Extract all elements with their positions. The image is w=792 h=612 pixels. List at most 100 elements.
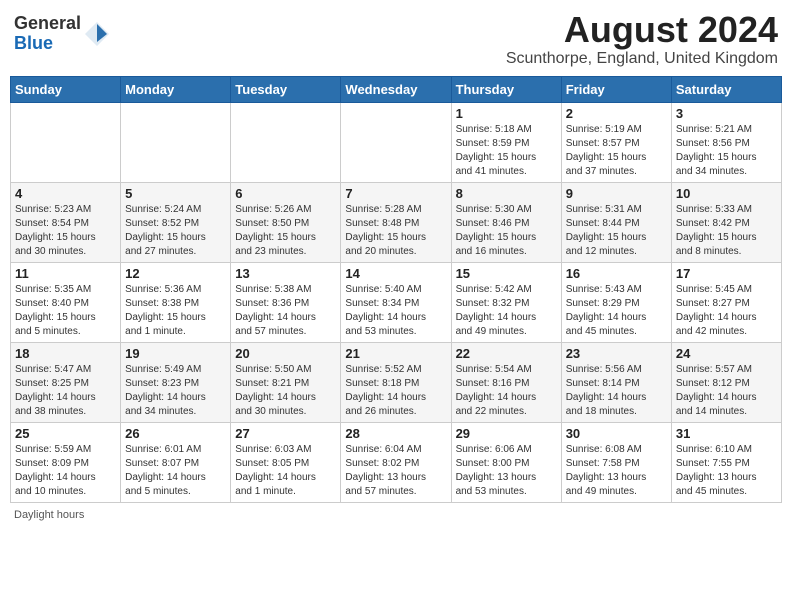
day-number: 3 — [676, 106, 777, 121]
day-info: Sunrise: 5:24 AM Sunset: 8:52 PM Dayligh… — [125, 203, 226, 259]
day-info: Sunrise: 5:19 AM Sunset: 8:57 PM Dayligh… — [566, 123, 667, 179]
title-block: August 2024 Scunthorpe, England, United … — [506, 10, 778, 68]
logo-blue: Blue — [14, 34, 81, 54]
calendar-header-row: SundayMondayTuesdayWednesdayThursdayFrid… — [11, 76, 782, 102]
calendar-day-header: Saturday — [671, 76, 781, 102]
calendar-cell: 16Sunrise: 5:43 AM Sunset: 8:29 PM Dayli… — [561, 262, 671, 342]
day-info: Sunrise: 5:56 AM Sunset: 8:14 PM Dayligh… — [566, 363, 667, 419]
day-info: Sunrise: 5:35 AM Sunset: 8:40 PM Dayligh… — [15, 283, 116, 339]
day-number: 4 — [15, 186, 116, 201]
calendar-cell: 28 Sunrise: 6:04 AM Sunset: 8:02 PM Dayli… — [341, 422, 451, 502]
day-number: 21 — [345, 346, 446, 361]
day-number: 6 — [235, 186, 336, 201]
calendar-week-row: 25 Sunrise: 5:59 AM Sunset: 8:09 PM Dayli… — [11, 422, 782, 502]
day-number: 7 — [345, 186, 446, 201]
day-info: Sunrise: 5:45 AM Sunset: 8:27 PM Dayligh… — [676, 283, 777, 339]
logo-icon — [83, 20, 111, 48]
day-info: Sunrise: 6:10 AM Sunset: 7:55 PM Dayligh… — [676, 443, 777, 499]
day-number: 17 — [676, 266, 777, 281]
calendar-cell: 3 Sunrise: 5:21 AM Sunset: 8:56 PM Daylig… — [671, 102, 781, 182]
calendar-week-row: 4 Sunrise: 5:23 AM Sunset: 8:54 PM Daylig… — [11, 182, 782, 262]
calendar-cell: 13 Sunrise: 5:38 AM Sunset: 8:36 PM Dayli… — [231, 262, 341, 342]
day-number: 23 — [566, 346, 667, 361]
calendar-cell: 6 Sunrise: 5:26 AM Sunset: 8:50 PM Daylig… — [231, 182, 341, 262]
calendar-cell: 26Sunrise: 6:01 AM Sunset: 8:07 PM Dayli… — [121, 422, 231, 502]
day-info: Sunrise: 6:08 AM Sunset: 7:58 PM Dayligh… — [566, 443, 667, 499]
day-info: Sunrise: 5:42 AM Sunset: 8:32 PM Dayligh… — [456, 283, 557, 339]
calendar-day-header: Sunday — [11, 76, 121, 102]
calendar-cell: 8 Sunrise: 5:30 AM Sunset: 8:46 PM Daylig… — [451, 182, 561, 262]
footer-note: Daylight hours — [10, 509, 782, 521]
day-info: Sunrise: 5:43 AM Sunset: 8:29 PM Dayligh… — [566, 283, 667, 339]
calendar-cell: 18 Sunrise: 5:47 AM Sunset: 8:25 PM Dayli… — [11, 342, 121, 422]
day-info: Sunrise: 6:03 AM Sunset: 8:05 PM Dayligh… — [235, 443, 336, 499]
day-info: Sunrise: 5:54 AM Sunset: 8:16 PM Dayligh… — [456, 363, 557, 419]
day-number: 8 — [456, 186, 557, 201]
logo-general: General — [14, 14, 81, 34]
day-info: Sunrise: 5:30 AM Sunset: 8:46 PM Dayligh… — [456, 203, 557, 259]
day-number: 28 — [345, 426, 446, 441]
calendar-cell: 25 Sunrise: 5:59 AM Sunset: 8:09 PM Dayli… — [11, 422, 121, 502]
day-number: 24 — [676, 346, 777, 361]
day-number: 1 — [456, 106, 557, 121]
month-year-title: August 2024 — [506, 10, 778, 50]
calendar-day-header: Monday — [121, 76, 231, 102]
day-info: Sunrise: 5:40 AM Sunset: 8:34 PM Dayligh… — [345, 283, 446, 339]
logo-text: General Blue — [14, 14, 81, 54]
day-number: 18 — [15, 346, 116, 361]
calendar-cell: 19 Sunrise: 5:49 AM Sunset: 8:23 PM Dayli… — [121, 342, 231, 422]
day-number: 13 — [235, 266, 336, 281]
calendar-cell: 10 Sunrise: 5:33 AM Sunset: 8:42 PM Dayli… — [671, 182, 781, 262]
day-number: 14 — [345, 266, 446, 281]
day-info: Sunrise: 5:59 AM Sunset: 8:09 PM Dayligh… — [15, 443, 116, 499]
calendar-day-header: Thursday — [451, 76, 561, 102]
day-number: 10 — [676, 186, 777, 201]
day-info: Sunrise: 5:28 AM Sunset: 8:48 PM Dayligh… — [345, 203, 446, 259]
day-number: 5 — [125, 186, 226, 201]
day-info: Sunrise: 6:04 AM Sunset: 8:02 PM Dayligh… — [345, 443, 446, 499]
day-info: Sunrise: 5:31 AM Sunset: 8:44 PM Dayligh… — [566, 203, 667, 259]
day-number: 2 — [566, 106, 667, 121]
day-number: 20 — [235, 346, 336, 361]
calendar-cell: 14 Sunrise: 5:40 AM Sunset: 8:34 PM Dayli… — [341, 262, 451, 342]
calendar-cell — [341, 102, 451, 182]
day-info: Sunrise: 5:38 AM Sunset: 8:36 PM Dayligh… — [235, 283, 336, 339]
calendar-cell — [121, 102, 231, 182]
day-number: 31 — [676, 426, 777, 441]
logo: General Blue — [14, 14, 111, 54]
calendar-cell: 11 Sunrise: 5:35 AM Sunset: 8:40 PM Dayli… — [11, 262, 121, 342]
day-number: 27 — [235, 426, 336, 441]
day-number: 19 — [125, 346, 226, 361]
calendar-cell: 20Sunrise: 5:50 AM Sunset: 8:21 PM Dayli… — [231, 342, 341, 422]
day-info: Sunrise: 5:49 AM Sunset: 8:23 PM Dayligh… — [125, 363, 226, 419]
calendar-cell: 24 Sunrise: 5:57 AM Sunset: 8:12 PM Dayli… — [671, 342, 781, 422]
calendar-cell: 2 Sunrise: 5:19 AM Sunset: 8:57 PM Daylig… — [561, 102, 671, 182]
calendar-cell: 17 Sunrise: 5:45 AM Sunset: 8:27 PM Dayli… — [671, 262, 781, 342]
day-number: 25 — [15, 426, 116, 441]
calendar-table: SundayMondayTuesdayWednesdayThursdayFrid… — [10, 76, 782, 503]
calendar-cell: 29Sunrise: 6:06 AM Sunset: 8:00 PM Dayli… — [451, 422, 561, 502]
calendar-cell: 12Sunrise: 5:36 AM Sunset: 8:38 PM Dayli… — [121, 262, 231, 342]
calendar-week-row: 1Sunrise: 5:18 AM Sunset: 8:59 PM Daylig… — [11, 102, 782, 182]
calendar-cell: 15 Sunrise: 5:42 AM Sunset: 8:32 PM Dayli… — [451, 262, 561, 342]
day-number: 26 — [125, 426, 226, 441]
day-number: 22 — [456, 346, 557, 361]
day-number: 15 — [456, 266, 557, 281]
calendar-day-header: Friday — [561, 76, 671, 102]
day-info: Sunrise: 5:47 AM Sunset: 8:25 PM Dayligh… — [15, 363, 116, 419]
day-number: 11 — [15, 266, 116, 281]
calendar-cell: 7 Sunrise: 5:28 AM Sunset: 8:48 PM Daylig… — [341, 182, 451, 262]
location-subtitle: Scunthorpe, England, United Kingdom — [506, 50, 778, 68]
day-info: Sunrise: 5:36 AM Sunset: 8:38 PM Dayligh… — [125, 283, 226, 339]
calendar-cell: 30 Sunrise: 6:08 AM Sunset: 7:58 PM Dayli… — [561, 422, 671, 502]
calendar-day-header: Wednesday — [341, 76, 451, 102]
page-header: General Blue August 2024 Scunthorpe, Eng… — [10, 10, 782, 68]
day-info: Sunrise: 5:26 AM Sunset: 8:50 PM Dayligh… — [235, 203, 336, 259]
day-info: Sunrise: 5:23 AM Sunset: 8:54 PM Dayligh… — [15, 203, 116, 259]
day-info: Sunrise: 5:33 AM Sunset: 8:42 PM Dayligh… — [676, 203, 777, 259]
day-info: Sunrise: 5:57 AM Sunset: 8:12 PM Dayligh… — [676, 363, 777, 419]
day-number: 30 — [566, 426, 667, 441]
day-info: Sunrise: 5:21 AM Sunset: 8:56 PM Dayligh… — [676, 123, 777, 179]
calendar-cell: 4 Sunrise: 5:23 AM Sunset: 8:54 PM Daylig… — [11, 182, 121, 262]
day-number: 29 — [456, 426, 557, 441]
